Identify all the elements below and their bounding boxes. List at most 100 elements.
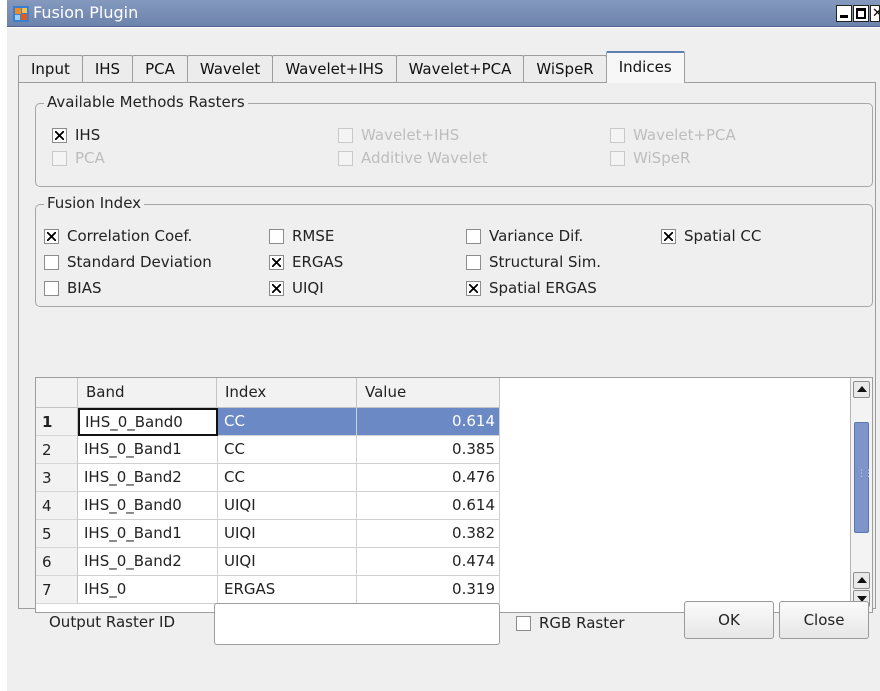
window-title: Fusion Plugin [33, 3, 139, 22]
dialog-client: Input IHS PCA Wavelet Wavelet+IHS Wavele… [7, 28, 880, 691]
checkbox-box[interactable] [661, 228, 676, 244]
scroll-up-arrow-icon[interactable] [853, 572, 870, 589]
checkbox-label: Wavelet+PCA [633, 126, 736, 144]
index-cell[interactable]: ERGAS [218, 576, 357, 604]
table-vertical-scrollbar[interactable] [850, 378, 872, 612]
checkbox-label: Standard Deviation [67, 253, 212, 271]
band-cell[interactable]: IHS_0_Band1 [78, 436, 218, 464]
scroll-thumb[interactable] [854, 422, 871, 533]
checkbox-label: Structural Sim. [489, 253, 602, 271]
fusion-plugin-icon [13, 6, 29, 22]
index-variance-dif-checkbox[interactable]: Variance Dif. [466, 227, 583, 245]
band-cell[interactable]: IHS_0_Band0 [78, 492, 218, 520]
close-button[interactable]: Close [779, 601, 869, 639]
scroll-up-arrow-icon[interactable] [853, 381, 870, 398]
minimize-button[interactable] [836, 5, 852, 22]
checkbox-box[interactable] [269, 254, 284, 270]
column-header-band[interactable]: Band [78, 378, 217, 408]
value-cell[interactable]: 0.614 [357, 408, 500, 436]
checkbox-box[interactable] [466, 254, 481, 270]
checkbox-box[interactable] [466, 280, 481, 296]
title-bar: Fusion Plugin ✕ [7, 0, 880, 27]
checkbox-label: ERGAS [292, 253, 344, 271]
tab-wavelet-ihs[interactable]: Wavelet+IHS [272, 55, 397, 83]
tab-wavelet[interactable]: Wavelet [186, 55, 274, 83]
index-correlation-coef-checkbox[interactable]: Correlation Coef. [44, 227, 192, 245]
close-window-button[interactable]: ✕ [870, 5, 880, 22]
row-number[interactable]: 2 [36, 436, 78, 464]
checkbox-box[interactable] [516, 615, 531, 631]
index-bias-checkbox[interactable]: BIAS [44, 279, 102, 297]
value-cell[interactable]: 0.385 [357, 436, 500, 464]
method-ihs-checkbox[interactable]: IHS [52, 126, 100, 144]
value-cell[interactable]: 0.382 [357, 520, 500, 548]
checkbox-box [610, 127, 625, 143]
row-number[interactable]: 6 [36, 548, 78, 576]
checkbox-label: BIAS [67, 279, 102, 297]
band-cell[interactable]: IHS_0_Band2 [78, 548, 218, 576]
value-cell[interactable]: 0.476 [357, 464, 500, 492]
maximize-button[interactable] [853, 5, 869, 22]
tab-wisper[interactable]: WiSpeR [523, 55, 607, 83]
method-wisper-checkbox: WiSpeR [610, 149, 690, 167]
value-cell[interactable]: 0.614 [357, 492, 500, 520]
band-cell[interactable]: IHS_0_Band2 [78, 464, 218, 492]
checkbox-label: IHS [75, 126, 101, 144]
checkbox-box[interactable] [269, 280, 284, 296]
checkbox-box [338, 127, 353, 143]
band-cell[interactable]: IHS_0_Band1 [78, 520, 218, 548]
tab-ihs[interactable]: IHS [81, 55, 134, 83]
band-cell[interactable]: IHS_0 [78, 576, 218, 604]
tab-indices[interactable]: Indices [605, 51, 685, 83]
column-header-value[interactable]: Value [357, 378, 500, 408]
index-spatial-ergas-checkbox[interactable]: Spatial ERGAS [466, 279, 597, 297]
checkbox-box [52, 150, 67, 166]
index-cell[interactable]: CC [218, 408, 357, 436]
index-cell[interactable]: CC [218, 464, 357, 492]
row-number[interactable]: 3 [36, 464, 78, 492]
tab-pca[interactable]: PCA [132, 55, 188, 83]
row-number[interactable]: 1 [36, 408, 78, 436]
checkbox-box[interactable] [44, 280, 59, 296]
checkbox-box[interactable] [466, 228, 481, 244]
index-ergas-checkbox[interactable]: ERGAS [269, 253, 343, 271]
index-standard-deviation-checkbox[interactable]: Standard Deviation [44, 253, 212, 271]
checkbox-label: Additive Wavelet [361, 149, 488, 167]
row-number[interactable]: 5 [36, 520, 78, 548]
row-number[interactable]: 4 [36, 492, 78, 520]
output-raster-id-input[interactable] [214, 603, 500, 645]
index-rmse-checkbox[interactable]: RMSE [269, 227, 334, 245]
index-cell[interactable]: UIQI [218, 520, 357, 548]
column-header-index[interactable]: Index [217, 378, 357, 408]
table-corner [36, 378, 78, 408]
rgb-raster-checkbox[interactable]: RGB Raster [516, 614, 624, 632]
band-cell[interactable]: IHS_0_Band0 [78, 408, 218, 436]
value-cell[interactable]: 0.319 [357, 576, 500, 604]
ok-button[interactable]: OK [684, 601, 774, 639]
index-uiqi-checkbox[interactable]: UIQI [269, 279, 324, 297]
index-cell[interactable]: UIQI [218, 492, 357, 520]
checkbox-label: Spatial ERGAS [489, 279, 597, 297]
value-cell[interactable]: 0.474 [357, 548, 500, 576]
checkbox-label: RGB Raster [539, 614, 625, 632]
checkbox-box[interactable] [52, 127, 67, 143]
checkbox-box [338, 150, 353, 166]
method-additive-wavelet-checkbox: Additive Wavelet [338, 149, 488, 167]
index-spatial-cc-checkbox[interactable]: Spatial CC [661, 227, 761, 245]
row-number[interactable]: 7 [36, 576, 78, 604]
checkbox-label: Variance Dif. [489, 227, 584, 245]
checkbox-label: RMSE [292, 227, 335, 245]
checkbox-box[interactable] [44, 254, 59, 270]
checkbox-label: UIQI [292, 279, 324, 297]
checkbox-box[interactable] [44, 228, 59, 244]
tab-wavelet-pca[interactable]: Wavelet+PCA [395, 55, 525, 83]
results-table[interactable]: Band Index Value 1 IHS_0_Band0 CC 0.614 … [35, 377, 873, 613]
index-cell[interactable]: CC [218, 436, 357, 464]
checkbox-box[interactable] [269, 228, 284, 244]
tab-input[interactable]: Input [18, 55, 83, 83]
method-wavelet-ihs-checkbox: Wavelet+IHS [338, 126, 459, 144]
index-structural-sim-checkbox[interactable]: Structural Sim. [466, 253, 601, 271]
index-cell[interactable]: UIQI [218, 548, 357, 576]
available-methods-group: Available Methods Rasters IHS Wavelet+IH… [35, 93, 873, 187]
fusion-index-title: Fusion Index [44, 194, 145, 212]
